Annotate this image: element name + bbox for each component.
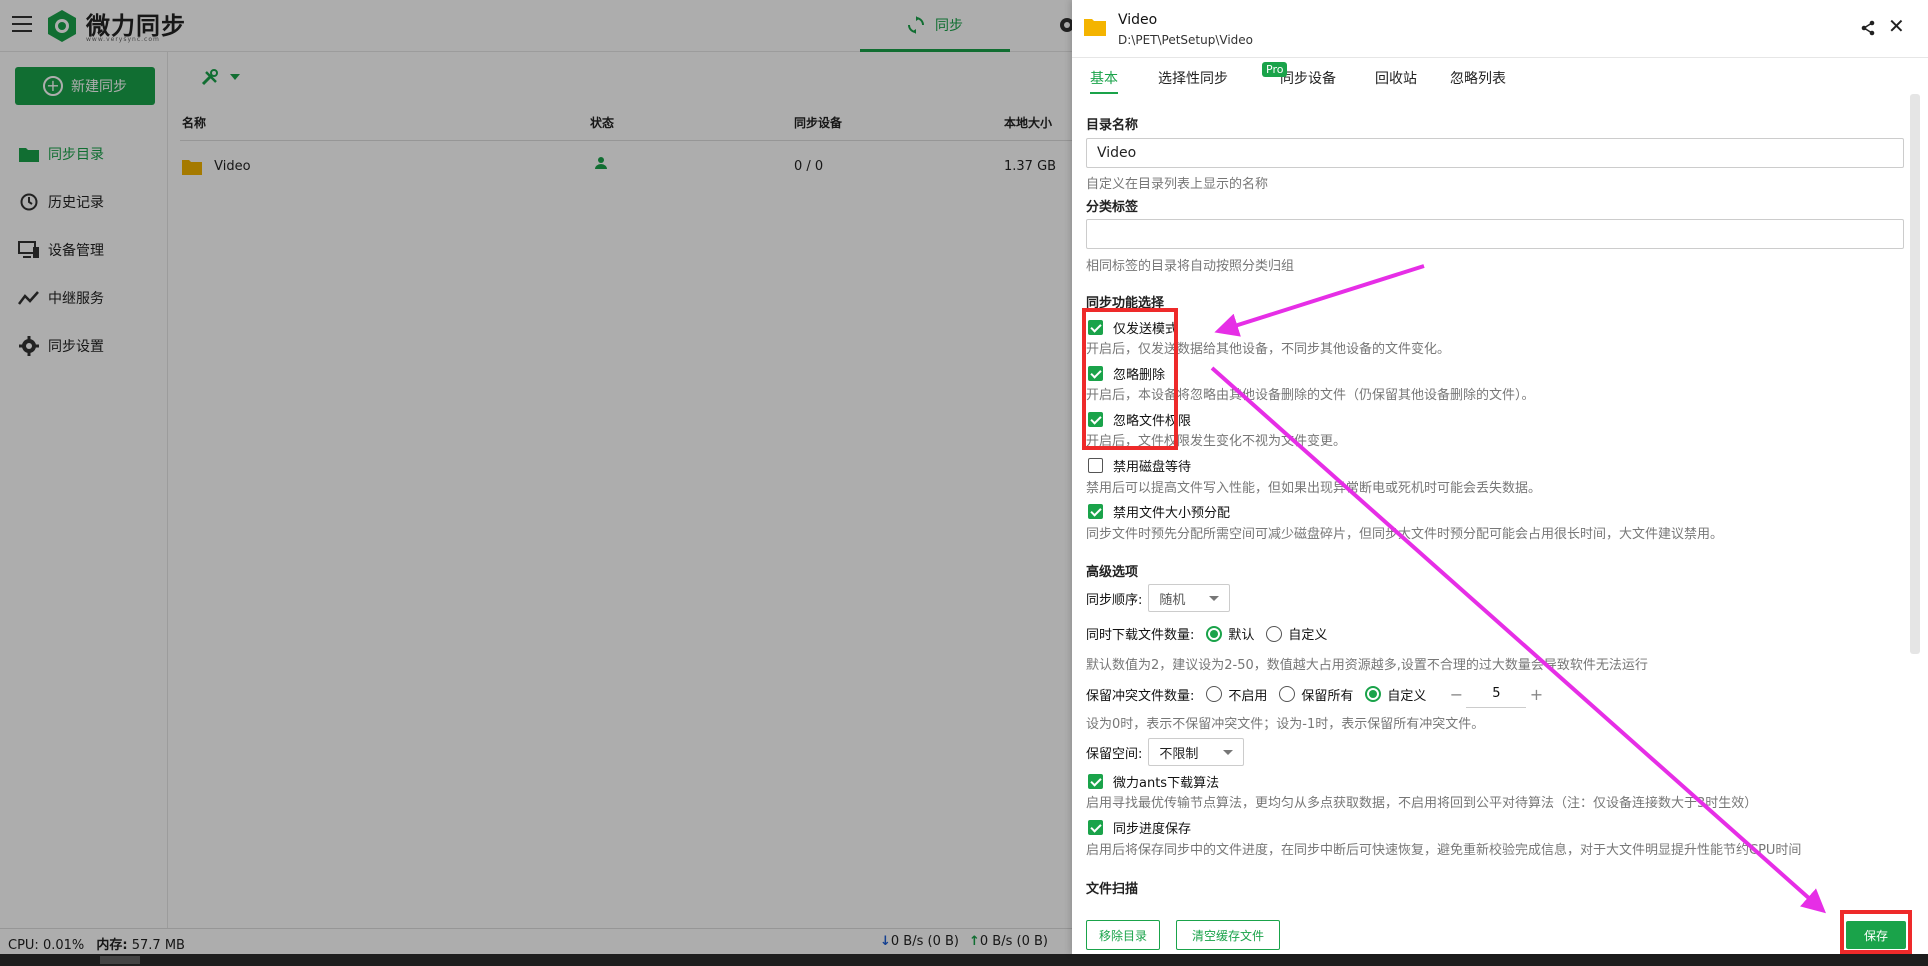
checkbox-checked-icon[interactable] bbox=[1088, 774, 1103, 789]
folder-icon bbox=[1084, 19, 1106, 36]
checkbox-checked-icon[interactable] bbox=[1088, 504, 1103, 519]
tab-sync-devices[interactable]: 同步设备 bbox=[1280, 68, 1336, 94]
reserve-label: 保留空间: bbox=[1086, 746, 1143, 762]
advanced-label: 高级选项 bbox=[1086, 565, 1139, 580]
tag-hint: 相同标签的目录将自动按照分类归组 bbox=[1086, 259, 1295, 274]
radio-label: 自定义 bbox=[1288, 628, 1328, 643]
dir-name-input[interactable]: Video bbox=[1086, 138, 1904, 168]
concurrent-hint: 默认数值为2，建议设为2-50，数值越大占用资源越多,设置不合理的过大数量会导致… bbox=[1086, 658, 1648, 673]
taskbar bbox=[0, 954, 1928, 966]
radio-label: 自定义 bbox=[1387, 688, 1427, 704]
conflict-row: 保留冲突文件数量: 不启用 保留所有 自定义 − 5 + bbox=[1086, 680, 1546, 708]
remove-dir-button[interactable]: 移除目录 bbox=[1086, 920, 1160, 950]
clear-cache-button[interactable]: 清空缓存文件 bbox=[1176, 920, 1280, 950]
radio-custom[interactable]: 自定义 bbox=[1365, 685, 1426, 704]
radio-unselected-icon[interactable] bbox=[1279, 686, 1296, 702]
option-progress-save[interactable]: 同步进度保存 bbox=[1088, 818, 1191, 837]
tag-label: 分类标签 bbox=[1086, 200, 1139, 215]
sync-order-select[interactable]: 随机 bbox=[1148, 584, 1231, 612]
chevron-down-icon bbox=[1223, 749, 1234, 755]
option-label: 同步进度保存 bbox=[1113, 822, 1192, 837]
tab-basic[interactable]: 基本 bbox=[1090, 68, 1118, 94]
option-hint: 启用寻找最优传输节点算法，更均匀从多点获取数据，不启用将回到公平对待算法（注：仅… bbox=[1086, 796, 1758, 811]
share-icon[interactable] bbox=[1860, 20, 1876, 36]
highlight-box bbox=[1840, 910, 1912, 954]
dir-name-hint: 自定义在目录列表上显示的名称 bbox=[1086, 177, 1269, 192]
radio-selected-icon[interactable] bbox=[1206, 625, 1223, 642]
checkbox-unchecked-icon[interactable] bbox=[1088, 458, 1103, 473]
option-hint: 禁用后可以提高文件写入性能，但如果出现异常断电或死机时可能会丢失数据。 bbox=[1086, 481, 1542, 496]
option-label: 禁用磁盘等待 bbox=[1113, 460, 1192, 475]
radio-label: 默认 bbox=[1228, 628, 1255, 643]
conflict-stepper[interactable]: − 5 + bbox=[1446, 680, 1546, 708]
radio-keep-all[interactable]: 保留所有 bbox=[1279, 685, 1353, 704]
tab-recycle-bin[interactable]: 回收站 bbox=[1375, 68, 1417, 94]
radio-default[interactable]: 默认 bbox=[1206, 624, 1254, 643]
radio-selected-icon[interactable] bbox=[1365, 686, 1382, 702]
tag-input[interactable] bbox=[1086, 219, 1904, 249]
drawer-tabs: 基本 选择性同步 同步设备 回收站 忽略列表 bbox=[1072, 58, 1928, 96]
reserve-select[interactable]: 不限制 bbox=[1148, 738, 1245, 766]
tab-selective-sync[interactable]: 选择性同步 bbox=[1158, 68, 1228, 94]
radio-unselected-icon[interactable] bbox=[1206, 686, 1223, 702]
drawer-header: Video D:\PET\PetSetup\Video ✕ bbox=[1072, 0, 1928, 58]
conflict-label: 保留冲突文件数量: bbox=[1086, 688, 1195, 704]
option-disable-disk-wait[interactable]: 禁用磁盘等待 bbox=[1088, 456, 1191, 475]
concurrent-row: 同时下载文件数量: 默认 自定义 bbox=[1086, 624, 1339, 643]
reserve-row: 保留空间: 不限制 bbox=[1086, 738, 1245, 766]
conflict-value-input[interactable]: 5 bbox=[1466, 680, 1527, 708]
scan-label: 文件扫描 bbox=[1086, 882, 1139, 897]
option-hint: 启用后将保存同步中的文件进度，在同步中断后可快速恢复，避免重新校验完成信息，对于… bbox=[1086, 843, 1802, 858]
option-label: 微力ants下载算法 bbox=[1113, 776, 1220, 791]
pro-badge: Pro bbox=[1262, 62, 1288, 77]
reserve-value: 不限制 bbox=[1159, 746, 1199, 762]
radio-custom[interactable]: 自定义 bbox=[1266, 624, 1327, 643]
tab-ignore-list[interactable]: 忽略列表 bbox=[1450, 68, 1506, 94]
checkbox-checked-icon[interactable] bbox=[1088, 820, 1103, 835]
drawer-path: D:\PET\PetSetup\Video bbox=[1118, 33, 1254, 47]
taskbar-item[interactable] bbox=[100, 956, 140, 964]
sync-order-row: 同步顺序: 随机 bbox=[1086, 584, 1231, 612]
option-hint: 同步文件时预先分配所需空间可减少磁盘碎片，但同步大文件时预分配可能会占用很长时间… bbox=[1086, 527, 1724, 542]
concurrent-label: 同时下载文件数量: bbox=[1086, 628, 1195, 643]
conflict-hint: 设为0时，表示不保留冲突文件；设为-1时，表示保留所有冲突文件。 bbox=[1086, 717, 1485, 732]
radio-unselected-icon[interactable] bbox=[1266, 625, 1283, 642]
option-ants-algorithm[interactable]: 微力ants下载算法 bbox=[1088, 772, 1219, 791]
sync-order-value: 随机 bbox=[1159, 592, 1186, 608]
modal-overlay[interactable] bbox=[0, 0, 1072, 954]
option-disable-prealloc[interactable]: 禁用文件大小预分配 bbox=[1088, 502, 1230, 521]
radio-label: 保留所有 bbox=[1301, 688, 1354, 704]
dir-name-label: 目录名称 bbox=[1086, 118, 1139, 133]
highlight-box bbox=[1082, 308, 1178, 450]
radio-disable[interactable]: 不启用 bbox=[1206, 685, 1267, 704]
chevron-down-icon bbox=[1209, 595, 1220, 601]
minus-icon[interactable]: − bbox=[1446, 685, 1466, 704]
option-label: 禁用文件大小预分配 bbox=[1113, 506, 1231, 521]
sync-order-label: 同步顺序: bbox=[1086, 592, 1143, 608]
scrollbar[interactable] bbox=[1910, 94, 1920, 654]
drawer-title: Video bbox=[1118, 12, 1158, 28]
close-icon[interactable]: ✕ bbox=[1888, 16, 1905, 36]
plus-icon[interactable]: + bbox=[1526, 685, 1546, 704]
radio-label: 不启用 bbox=[1228, 688, 1268, 704]
